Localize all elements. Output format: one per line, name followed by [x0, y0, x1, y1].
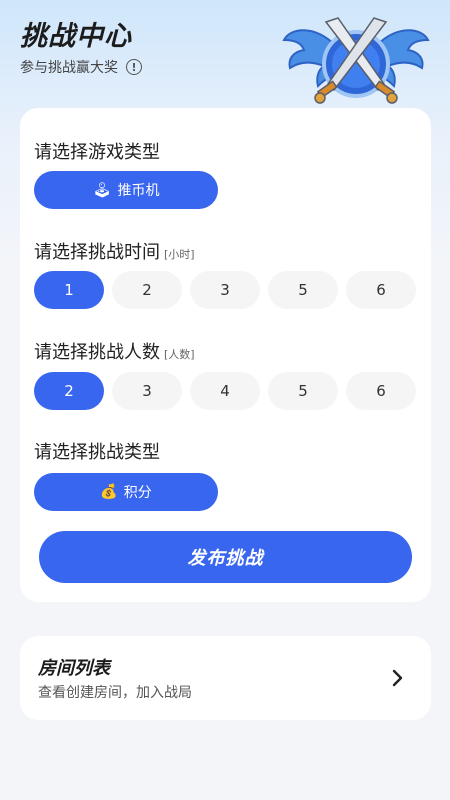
room-list-title: 房间列表 — [38, 658, 110, 679]
time-label-text: 请选择挑战时间 — [34, 242, 160, 263]
game-type-value: 推币机 — [117, 183, 160, 199]
people-option-6[interactable]: 6 — [346, 372, 416, 410]
chevron-right-icon — [392, 669, 403, 687]
people-label: 请选择挑战人数 [人数] — [34, 338, 195, 364]
time-unit: [小时] — [164, 248, 195, 261]
challenge-type-value: 积分 — [123, 485, 152, 501]
time-options: 1 2 3 5 6 — [34, 271, 416, 309]
challenge-type-label: 请选择挑战类型 — [34, 438, 160, 464]
time-option-2[interactable]: 2 — [112, 271, 182, 309]
room-list-entry[interactable]: 房间列表 查看创建房间，加入战局 — [20, 636, 431, 720]
page-subtitle: 参与挑战赢大奖 ! — [20, 57, 142, 77]
people-label-text: 请选择挑战人数 — [34, 342, 160, 363]
challenge-type-button[interactable]: 💰 积分 — [34, 473, 218, 511]
challenge-type-label-text: 请选择挑战类型 — [34, 442, 160, 463]
room-list-subtitle: 查看创建房间，加入战局 — [38, 685, 192, 701]
crossed-swords-shield-emblem-icon — [282, 17, 430, 104]
time-label: 请选择挑战时间 [小时] — [34, 238, 195, 264]
page-title: 挑战中心 — [20, 21, 132, 52]
header: 挑战中心 参与挑战赢大奖 ! — [0, 0, 450, 110]
people-option-4[interactable]: 4 — [190, 372, 260, 410]
time-option-1[interactable]: 1 — [34, 271, 104, 309]
coins-icon: 💰 — [100, 484, 118, 500]
people-option-2[interactable]: 2 — [34, 372, 104, 410]
game-type-label-text: 请选择游戏类型 — [34, 142, 160, 163]
subtitle-text: 参与挑战赢大奖 — [20, 60, 118, 76]
info-icon[interactable]: ! — [126, 59, 142, 75]
publish-challenge-button[interactable]: 发布挑战 — [39, 531, 412, 583]
people-options: 2 3 4 5 6 — [34, 372, 416, 410]
game-type-button[interactable]: 🕹 推币机 — [34, 171, 218, 209]
time-option-5[interactable]: 5 — [268, 271, 338, 309]
people-option-3[interactable]: 3 — [112, 372, 182, 410]
time-option-3[interactable]: 3 — [190, 271, 260, 309]
people-unit: [人数] — [164, 348, 195, 361]
time-option-6[interactable]: 6 — [346, 271, 416, 309]
game-type-label: 请选择游戏类型 — [34, 138, 160, 164]
people-option-5[interactable]: 5 — [268, 372, 338, 410]
joystick-icon: 🕹 — [92, 181, 112, 199]
create-challenge-card: 请选择游戏类型 🕹 推币机 请选择挑战时间 [小时] 1 2 3 5 6 请选择挑… — [20, 108, 431, 602]
